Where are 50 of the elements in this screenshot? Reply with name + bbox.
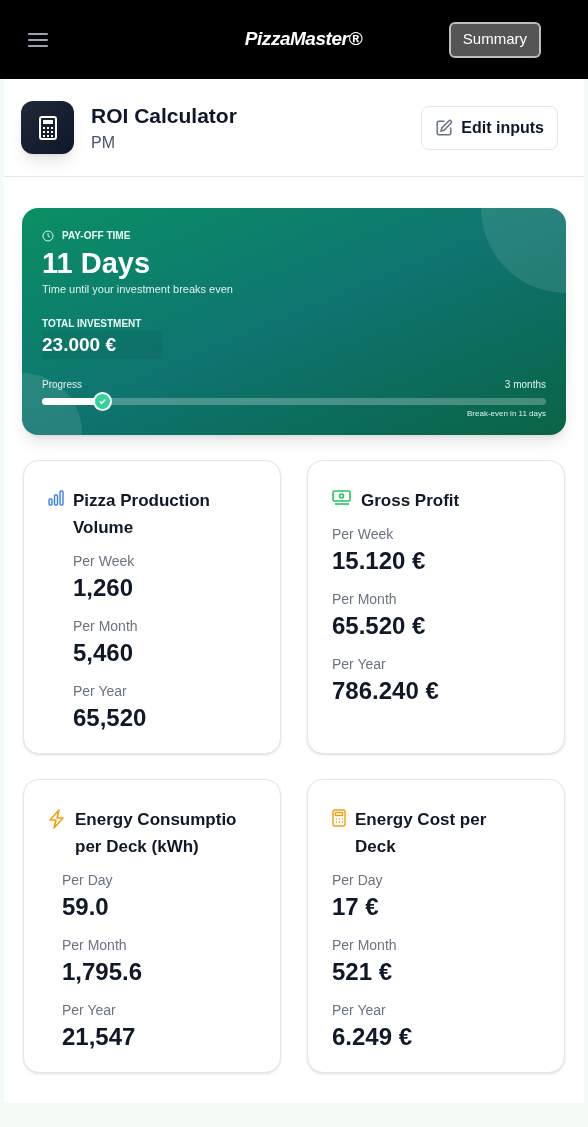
stat-label: Per Week xyxy=(332,525,394,544)
stat-value: 17 € xyxy=(332,892,379,922)
stat-label: Per Month xyxy=(62,936,127,955)
card-title: Energy Cost per Deck xyxy=(355,809,487,858)
card-title: Energy Consumptio per Deck (kWh) xyxy=(75,809,237,858)
progress-label: Progress xyxy=(42,378,82,392)
stat-label: Per Year xyxy=(62,1001,116,1020)
calculator-icon xyxy=(332,809,346,827)
stat-value: 15.120 € xyxy=(332,546,426,576)
investment-value: 23.000 € xyxy=(42,330,162,359)
stat-value: 59.0 xyxy=(62,892,109,922)
stat-value: 786.240 € xyxy=(332,676,439,706)
banknote-icon xyxy=(332,490,352,506)
logo: PizzaMaster® xyxy=(244,27,362,52)
progress-note: Break-even in 11 days xyxy=(467,408,546,420)
summary-button[interactable]: Summary xyxy=(448,21,541,58)
stat-label: Per Month xyxy=(332,590,397,609)
calculator-icon xyxy=(21,101,74,154)
card-title: Gross Profit xyxy=(361,490,460,512)
stat-value: 65,520 xyxy=(73,703,147,733)
stat-label: Per Year xyxy=(73,682,127,701)
stat-value: 1,795.6 xyxy=(62,957,143,987)
stat-label: Per Day xyxy=(62,871,113,890)
pencil-icon xyxy=(435,118,454,137)
clock-icon xyxy=(42,229,54,242)
payoff-value: 11 Days xyxy=(42,246,151,281)
stat-value: 21,547 xyxy=(62,1022,136,1052)
stat-label: Per Month xyxy=(332,936,397,955)
progress-end-label: 3 months xyxy=(504,378,546,392)
stat-label: Per Year xyxy=(332,655,386,674)
stat-value: 6.249 € xyxy=(332,1022,413,1052)
stat-label: Per Year xyxy=(332,1001,386,1020)
page-title: ROI Calculator xyxy=(91,102,237,129)
stat-label: Per Week xyxy=(73,552,135,571)
stat-value: 65.520 € xyxy=(332,611,426,641)
menu-icon[interactable] xyxy=(28,32,48,47)
payoff-caption: Time until your investment breaks even xyxy=(42,282,233,297)
card-title: Pizza Production Volume xyxy=(73,490,210,539)
bar-chart-icon xyxy=(48,490,64,506)
stat-label: Per Month xyxy=(73,617,138,636)
stat-value: 1,260 xyxy=(73,573,134,603)
edit-inputs-button[interactable]: Edit inputs xyxy=(421,105,558,150)
page-subtitle: PM xyxy=(91,133,116,154)
stat-value: 5,460 xyxy=(73,638,134,668)
payoff-label: PAY-OFF TIME xyxy=(62,229,131,243)
lightning-icon xyxy=(48,809,66,829)
investment-label: TOTAL INVESTMENT xyxy=(42,316,142,331)
stat-value: 521 € xyxy=(332,957,393,987)
progress-thumb[interactable] xyxy=(93,392,113,411)
stat-label: Per Day xyxy=(332,871,383,890)
